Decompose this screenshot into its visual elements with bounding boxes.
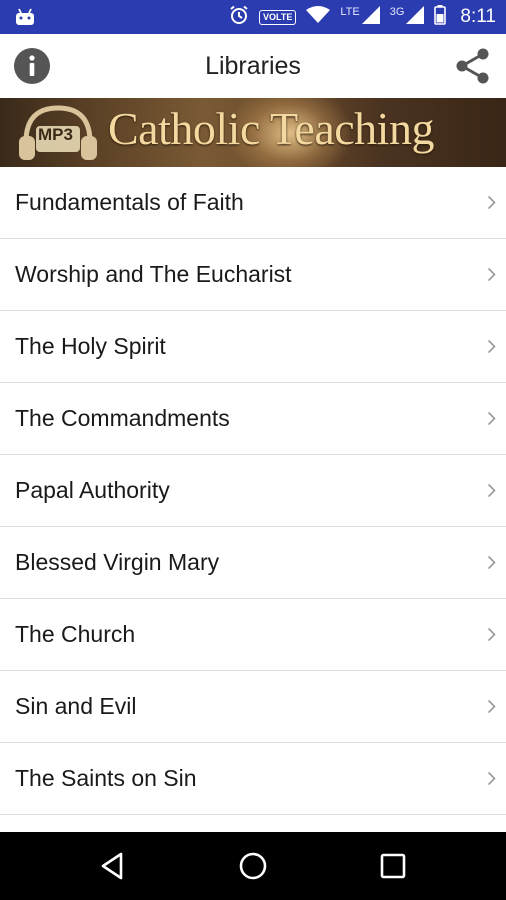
list-item-label: Blessed Virgin Mary (15, 549, 220, 575)
chevron-right-icon (487, 627, 496, 642)
list-item[interactable]: Blessed Virgin Mary (0, 527, 506, 599)
back-icon (101, 852, 123, 880)
list-item-label: The Church (15, 621, 136, 647)
battery-icon (434, 5, 447, 29)
chevron-right-icon (487, 555, 496, 570)
info-icon (14, 48, 50, 84)
recents-button[interactable] (377, 850, 409, 882)
chevron-right-icon (487, 195, 496, 210)
network-type-label: 3G (389, 6, 405, 18)
share-button[interactable] (454, 47, 492, 85)
info-button[interactable] (13, 47, 51, 85)
list-item-label: Fundamentals of Faith (15, 189, 244, 215)
chevron-right-icon (487, 339, 496, 354)
signal-icon (361, 6, 380, 28)
system-nav-bar (0, 832, 506, 900)
list-item-label: Papal Authority (15, 477, 170, 503)
share-icon (456, 48, 489, 84)
chevron-right-icon (487, 771, 496, 786)
wifi-icon (306, 6, 331, 28)
library-list: Fundamentals of Faith Worship and The Eu… (0, 167, 506, 815)
status-time: 8:11 (460, 6, 496, 27)
page-title: Libraries (205, 52, 301, 80)
list-item[interactable]: The Saints on Sin (0, 743, 506, 815)
list-item-label: Sin and Evil (15, 693, 137, 719)
chevron-right-icon (487, 699, 496, 714)
list-item[interactable]: Papal Authority (0, 455, 506, 527)
list-item-label: Worship and The Eucharist (15, 261, 292, 287)
chevron-right-icon (487, 411, 496, 426)
recents-icon (380, 853, 406, 879)
home-icon (239, 852, 267, 880)
list-item[interactable]: The Commandments (0, 383, 506, 455)
list-item[interactable]: Worship and The Eucharist (0, 239, 506, 311)
alarm-icon (229, 5, 249, 29)
home-button[interactable] (237, 850, 269, 882)
list-item-label: The Commandments (15, 405, 230, 431)
back-button[interactable] (97, 850, 129, 882)
list-item[interactable]: Sin and Evil (0, 671, 506, 743)
list-item-label: The Saints on Sin (15, 765, 197, 791)
mp3-badge: MP3 (38, 125, 73, 144)
lte-label: LTE (340, 6, 360, 18)
signal-icon-2 (406, 6, 425, 28)
list-item[interactable]: The Church (0, 599, 506, 671)
list-item-label: The Holy Spirit (15, 333, 166, 359)
android-notification-icon (14, 7, 36, 31)
app-bar: Libraries (0, 34, 506, 98)
list-item[interactable]: The Holy Spirit (0, 311, 506, 383)
chevron-right-icon (487, 267, 496, 282)
catholic-teaching-banner: MP3 Catholic Teaching (0, 98, 506, 167)
status-bar: VOLTE LTE 3G 8:11 (0, 0, 506, 34)
banner-title: Catholic Teaching (108, 103, 434, 154)
list-item[interactable]: Fundamentals of Faith (0, 167, 506, 239)
chevron-right-icon (487, 483, 496, 498)
volte-badge: VOLTE (259, 9, 297, 25)
